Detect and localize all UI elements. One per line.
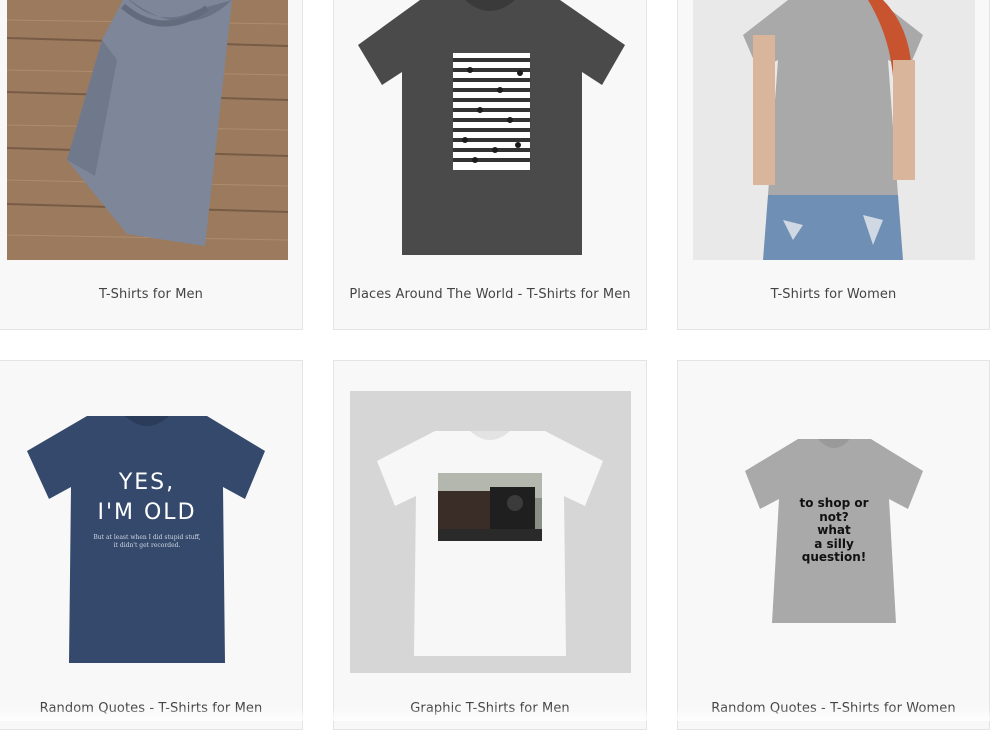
shirt-quote-line2: I'M OLD	[97, 500, 196, 525]
product-image[interactable]	[7, 0, 288, 260]
product-title[interactable]: T-Shirts for Men	[0, 287, 302, 302]
charcoal-tshirt-image	[350, 0, 631, 260]
product-image[interactable]	[350, 0, 631, 260]
product-image[interactable]: to shop or not? what a silly question!	[693, 391, 975, 673]
shirt-quote-line: not?	[819, 510, 849, 524]
product-card-graphic-men[interactable]: Graphic T-Shirts for Men	[333, 360, 647, 730]
product-title[interactable]: T-Shirts for Women	[678, 287, 989, 302]
bottom-fade	[0, 707, 993, 721]
navy-tshirt-quote-image: YES, I'M OLD But at least when I did stu…	[7, 391, 288, 673]
shirt-quote-line: a silly	[814, 537, 854, 551]
shirt-quote-small2: it didn't get recorded.	[114, 542, 181, 549]
folded-tshirt-on-wood-image	[7, 0, 288, 260]
product-card-random-quotes-women[interactable]: to shop or not? what a silly question! R…	[677, 360, 990, 730]
product-image[interactable]	[693, 0, 975, 260]
shirt-quote-line: question!	[802, 550, 867, 564]
product-image[interactable]: YES, I'M OLD But at least when I did stu…	[7, 391, 288, 673]
shirt-quote-line1: YES,	[118, 470, 175, 495]
product-card-random-quotes-men[interactable]: YES, I'M OLD But at least when I did stu…	[0, 360, 303, 730]
shirt-quote-line: what	[817, 523, 851, 537]
shirt-quote-small1: But at least when I did stupid stuff,	[93, 534, 200, 541]
grey-womens-tshirt-quote-image: to shop or not? what a silly question!	[693, 391, 975, 673]
product-card-tshirts-women[interactable]: T-Shirts for Women	[677, 0, 990, 330]
shirt-quote-line: to shop or	[799, 496, 868, 510]
white-tshirt-train-image	[350, 391, 631, 673]
product-title[interactable]: Places Around The World - T-Shirts for M…	[334, 287, 646, 302]
product-image[interactable]	[350, 391, 631, 673]
product-card-tshirts-men[interactable]: T-Shirts for Men	[0, 0, 303, 330]
product-card-places-around-world[interactable]: Places Around The World - T-Shirts for M…	[333, 0, 647, 330]
woman-in-grey-tshirt-image	[693, 0, 975, 260]
